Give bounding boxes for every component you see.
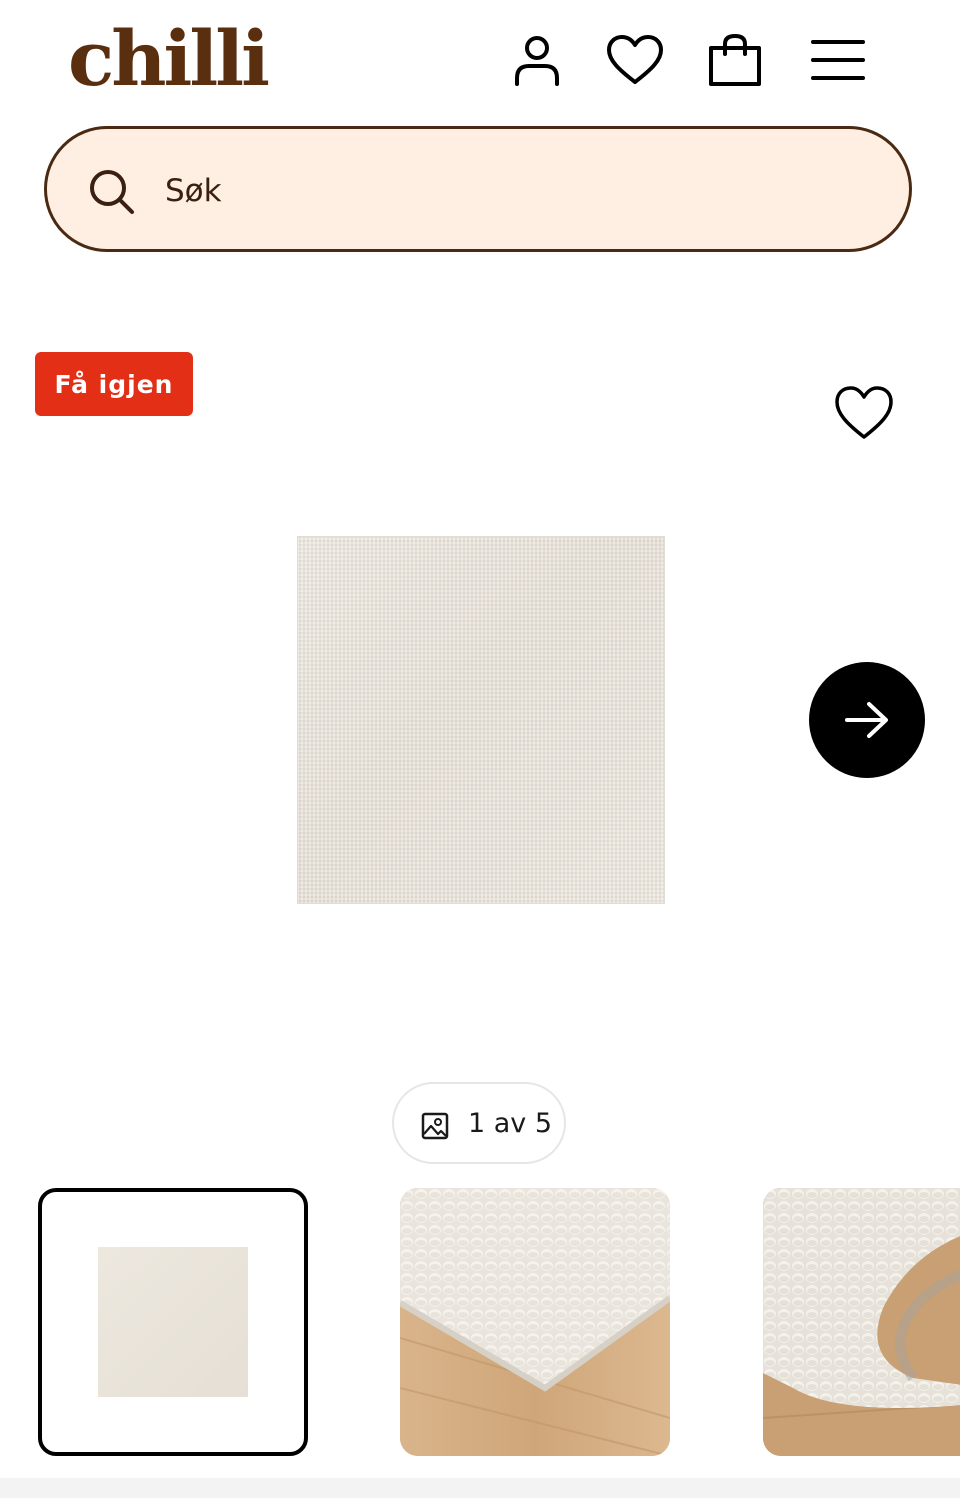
heart-icon bbox=[835, 386, 893, 439]
heart-icon bbox=[607, 35, 663, 84]
search-icon bbox=[90, 170, 134, 214]
cart-button[interactable] bbox=[703, 28, 767, 92]
thumbnail-3[interactable] bbox=[763, 1188, 960, 1456]
gallery-counter-text: 1 av 5 bbox=[468, 1108, 553, 1139]
next-image-button[interactable] bbox=[809, 662, 925, 778]
arrow-right-icon bbox=[845, 702, 888, 738]
image-icon bbox=[421, 1112, 449, 1140]
rug-thumbnail-image bbox=[98, 1247, 248, 1397]
rug-folded-image bbox=[763, 1188, 960, 1456]
thumbnail-2[interactable] bbox=[400, 1188, 670, 1456]
search-input[interactable] bbox=[161, 165, 869, 217]
chilli-logo[interactable]: chilli bbox=[68, 16, 270, 102]
few-left-badge: Få igjen bbox=[35, 352, 193, 416]
add-to-wishlist-button[interactable] bbox=[832, 384, 896, 442]
user-account-button[interactable] bbox=[505, 28, 569, 92]
shopping-bag-icon bbox=[709, 33, 761, 86]
wishlist-button[interactable] bbox=[603, 28, 667, 92]
product-main-image[interactable] bbox=[297, 536, 665, 904]
thumbnail-1-selected[interactable] bbox=[38, 1188, 308, 1456]
gallery-counter[interactable]: 1 av 5 bbox=[392, 1082, 566, 1164]
search-bar[interactable] bbox=[44, 126, 912, 252]
user-icon bbox=[515, 36, 559, 86]
bottom-edge bbox=[0, 1478, 960, 1498]
rug-closeup-image bbox=[400, 1188, 670, 1456]
menu-icon bbox=[811, 40, 865, 80]
menu-button[interactable] bbox=[806, 28, 870, 92]
